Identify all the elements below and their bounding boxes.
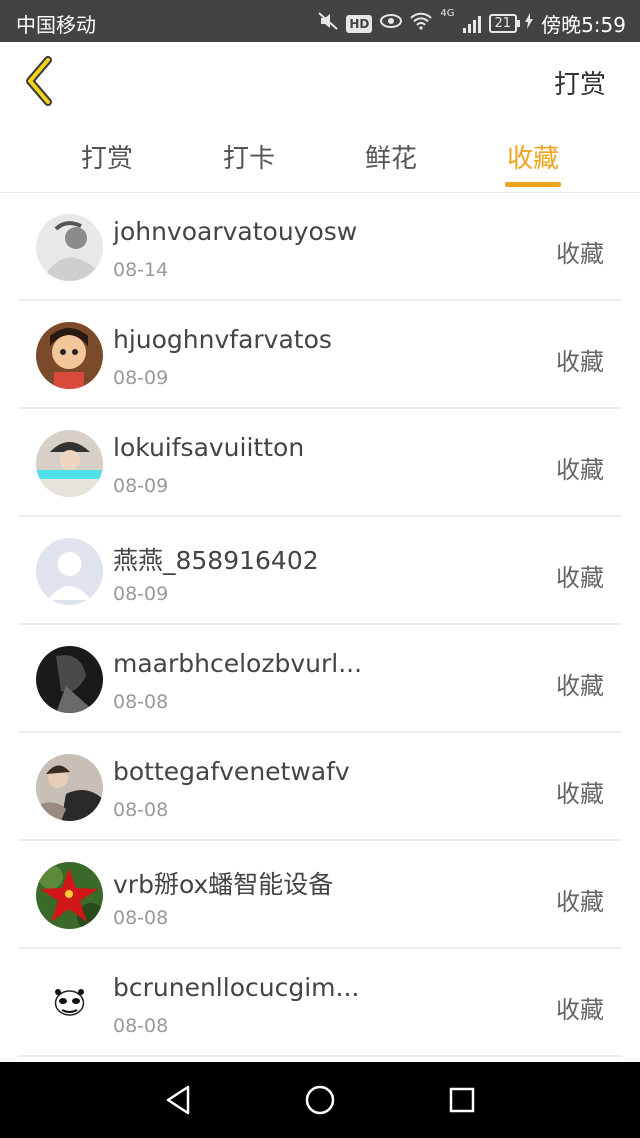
- avatar: [36, 646, 103, 713]
- item-date: 08-08: [113, 1015, 169, 1037]
- tab-checkin[interactable]: 打卡: [194, 138, 304, 175]
- status-icons: HD 4G 21 傍晚5:59: [318, 9, 626, 38]
- header: 打赏: [0, 42, 640, 120]
- carrier-label: 中国移动: [16, 13, 96, 37]
- nav-back-button[interactable]: [160, 1082, 196, 1118]
- user-name: lokuifsavuiitton: [113, 433, 305, 462]
- tab-reward[interactable]: 打赏: [52, 138, 162, 175]
- user-name: hjuoghnvfarvatos: [113, 325, 332, 354]
- favorite-label: 收藏: [556, 672, 604, 700]
- user-name: bcrunenllocucgim...: [113, 973, 360, 1002]
- avatar: [36, 322, 103, 389]
- item-date: 08-09: [113, 475, 169, 497]
- eye-icon: [380, 13, 403, 34]
- favorite-label: 收藏: [556, 348, 604, 376]
- divider: [18, 1055, 622, 1057]
- system-nav-bar: [0, 1062, 640, 1138]
- list-item[interactable]: hjuoghnvfarvatos 08-09 收藏: [0, 301, 640, 409]
- item-date: 08-14: [113, 259, 169, 281]
- user-name: 燕燕_858916402: [113, 546, 319, 575]
- wifi-icon: [410, 12, 433, 35]
- list-item[interactable]: lokuifsavuiitton 08-09 收藏: [0, 409, 640, 517]
- nav-recents-button[interactable]: [444, 1082, 480, 1118]
- list-item[interactable]: bcrunenllocucgim... 08-08 收藏: [0, 949, 640, 1057]
- favorite-label: 收藏: [556, 996, 604, 1024]
- item-date: 08-09: [113, 583, 169, 605]
- favorite-label: 收藏: [556, 564, 604, 592]
- user-name: bottegafvenetwafv: [113, 757, 350, 786]
- tab-flowers[interactable]: 鲜花: [336, 138, 446, 175]
- tab-favorites[interactable]: 收藏: [478, 138, 588, 175]
- recents-square-icon: [449, 1087, 475, 1113]
- nav-home-button[interactable]: [302, 1082, 338, 1118]
- status-bar: 中国移动 HD 4G 21 傍晚5:59: [0, 0, 640, 42]
- back-triangle-icon: [166, 1085, 190, 1115]
- item-date: 08-08: [113, 799, 169, 821]
- favorite-label: 收藏: [556, 780, 604, 808]
- avatar: [36, 970, 103, 1037]
- mute-icon: [318, 12, 339, 35]
- favorite-label: 收藏: [556, 888, 604, 916]
- signal-icon: [462, 15, 481, 33]
- back-button[interactable]: [22, 56, 62, 106]
- avatar: [36, 754, 103, 821]
- item-date: 08-09: [113, 367, 169, 389]
- user-name: maarbhcelozbvurl...: [113, 649, 363, 678]
- user-name: johnvoarvatouyosw: [113, 217, 358, 246]
- network-type-label: 4G: [440, 8, 455, 19]
- list-item[interactable]: vrb掰ox蟠智能设备 08-08 收藏: [0, 841, 640, 949]
- item-date: 08-08: [113, 691, 169, 713]
- avatar: [36, 538, 103, 605]
- battery-icon: 21: [488, 14, 520, 33]
- chevron-left-icon: [26, 56, 52, 106]
- item-date: 08-08: [113, 907, 169, 929]
- favorite-label: 收藏: [556, 240, 604, 268]
- list-item[interactable]: maarbhcelozbvurl... 08-08 收藏: [0, 625, 640, 733]
- list-item[interactable]: johnvoarvatouyosw 08-14 收藏: [0, 193, 640, 301]
- favorites-list: johnvoarvatouyosw 08-14 收藏 hjuoghnvfarva…: [0, 193, 640, 1057]
- reward-button[interactable]: 打赏: [554, 64, 606, 101]
- charging-icon: [525, 13, 534, 34]
- list-item[interactable]: bottegafvenetwafv 08-08 收藏: [0, 733, 640, 841]
- user-name: vrb掰ox蟠智能设备: [113, 870, 334, 899]
- favorite-label: 收藏: [556, 456, 604, 484]
- active-tab-indicator: [505, 182, 561, 187]
- clock: 傍晚5:59: [541, 13, 626, 37]
- list-item[interactable]: 燕燕_858916402 08-09 收藏: [0, 517, 640, 625]
- tab-bar: 打赏 打卡 鲜花 收藏: [0, 120, 640, 193]
- home-circle-icon: [305, 1085, 335, 1115]
- avatar: [36, 430, 103, 497]
- avatar: [36, 862, 103, 929]
- avatar: [36, 214, 103, 281]
- hd-icon: HD: [346, 14, 373, 33]
